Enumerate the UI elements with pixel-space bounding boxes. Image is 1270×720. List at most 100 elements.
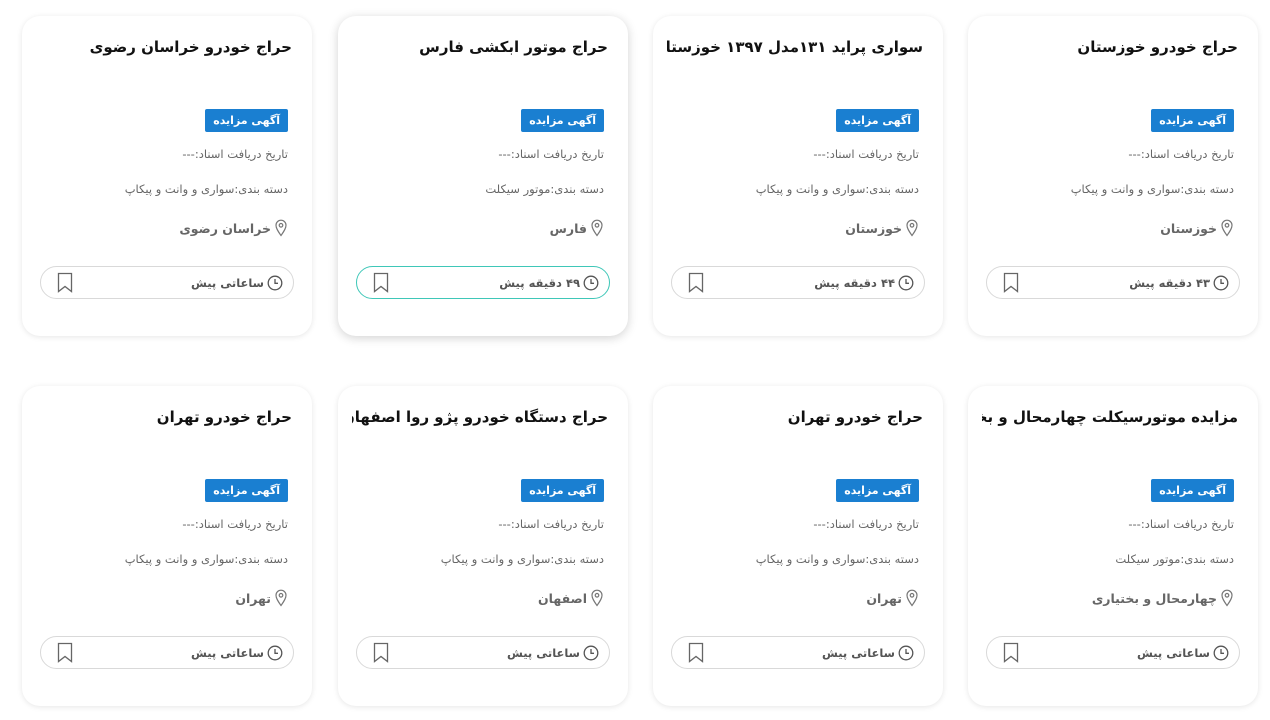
card-footer: ساعاتی پیش [671, 636, 925, 669]
clock-icon [1213, 645, 1229, 660]
post-time-label: ساعاتی پیش [821, 645, 895, 660]
clock-icon [267, 645, 283, 660]
auction-card[interactable]: حراج خودرو تهران آگهی مزایده تاریخ دریاف… [653, 386, 943, 706]
bookmark-button[interactable] [686, 272, 704, 294]
location-label: فارس [549, 220, 587, 236]
map-pin-icon [591, 219, 603, 237]
location: تهران [866, 589, 919, 607]
category-text: دسته بندی:سواری و وانت و پیکاپ [124, 182, 288, 196]
clock-icon [583, 275, 599, 290]
post-time-label: ۴۴ دقیقه پیش [814, 275, 895, 290]
auction-card[interactable]: حراج خودرو خوزستان آگهی مزایده تاریخ دری… [968, 16, 1258, 336]
bookmark-button[interactable] [1001, 642, 1019, 664]
auction-card[interactable]: مزایده موتورسیکلت چهارمحال و بختیاری آگه… [968, 386, 1258, 706]
bookmark-button[interactable] [55, 642, 73, 664]
location-label: تهران [235, 590, 271, 606]
post-time: ساعاتی پیش [507, 645, 599, 661]
auction-card[interactable]: سواری پراید ۱۳۱مدل ۱۳۹۷ خوزستان آگهی مزا… [653, 16, 943, 336]
bookmark-button[interactable] [1001, 272, 1019, 294]
document-date: تاریخ دریافت اسناد:--- [182, 147, 288, 161]
post-time: ۴۳ دقیقه پیش [1129, 275, 1229, 291]
map-pin-icon [591, 589, 603, 607]
map-pin-icon [275, 219, 287, 237]
bookmark-button[interactable] [686, 642, 704, 664]
map-pin-icon [1221, 219, 1233, 237]
location-label: چهارمحال و بختیاری [1091, 590, 1217, 606]
post-time-label: ساعاتی پیش [190, 275, 264, 290]
card-footer: ساعاتی پیش [40, 636, 294, 669]
auction-badge: آگهی مزایده [521, 479, 604, 502]
post-time-label: ۴۹ دقیقه پیش [499, 275, 580, 290]
document-date: تاریخ دریافت اسناد:--- [813, 517, 919, 531]
card-footer: ۴۹ دقیقه پیش [356, 266, 610, 299]
document-date: تاریخ دریافت اسناد:--- [498, 517, 604, 531]
location-label: خراسان رضوی [179, 220, 271, 236]
bookmark-icon [688, 272, 704, 293]
clock-icon [898, 275, 914, 290]
post-time: ساعاتی پیش [191, 645, 283, 661]
auction-card[interactable]: حراج موتور ابکشی فارس آگهی مزایده تاریخ … [338, 16, 628, 336]
post-time: ساعاتی پیش [1137, 645, 1229, 661]
category-text: دسته بندی:موتور سیکلت [1115, 552, 1234, 566]
auction-card[interactable]: حراج خودرو خراسان رضوی آگهی مزایده تاریخ… [22, 16, 312, 336]
document-date: تاریخ دریافت اسناد:--- [1128, 517, 1234, 531]
auction-badge: آگهی مزایده [1151, 109, 1234, 132]
location: فارس [550, 219, 604, 237]
map-pin-icon [275, 589, 287, 607]
bookmark-icon [688, 642, 704, 663]
bookmark-icon [373, 642, 389, 663]
bookmark-icon [57, 642, 73, 663]
clock-icon [1213, 275, 1229, 290]
clock-icon [583, 645, 599, 660]
card-title[interactable]: حراج خودرو خوزستان [982, 36, 1238, 58]
card-title[interactable]: مزایده موتورسیکلت چهارمحال و بختیاری [982, 406, 1238, 428]
category-text: دسته بندی:موتور سیکلت [485, 182, 604, 196]
category-text: دسته بندی:سواری و وانت و پیکاپ [124, 552, 288, 566]
auction-badge: آگهی مزایده [521, 109, 604, 132]
bookmark-button[interactable] [371, 642, 389, 664]
location: خراسان رضوی [179, 219, 288, 237]
map-pin-icon [906, 219, 918, 237]
location: خوزستان [845, 219, 919, 237]
post-time-label: ساعاتی پیش [190, 645, 264, 660]
auction-card[interactable]: حراج دستگاه خودرو پژو روا اصفهان آگهی مز… [338, 386, 628, 706]
bookmark-button[interactable] [371, 272, 389, 294]
clock-icon [267, 275, 283, 290]
category-text: دسته بندی:سواری و وانت و پیکاپ [755, 182, 919, 196]
card-title[interactable]: حراج خودرو تهران [36, 406, 292, 428]
document-date: تاریخ دریافت اسناد:--- [1128, 147, 1234, 161]
category-text: دسته بندی:سواری و وانت و پیکاپ [440, 552, 604, 566]
location: تهران [235, 589, 288, 607]
location-label: تهران [866, 590, 902, 606]
clock-icon [898, 645, 914, 660]
bookmark-icon [57, 272, 73, 293]
post-time: ۴۹ دقیقه پیش [499, 275, 599, 291]
auction-badge: آگهی مزایده [836, 479, 919, 502]
card-footer: ساعاتی پیش [356, 636, 610, 669]
category-text: دسته بندی:سواری و وانت و پیکاپ [755, 552, 919, 566]
card-title[interactable]: حراج دستگاه خودرو پژو روا اصفهان [352, 406, 608, 428]
card-title[interactable]: حراج خودرو تهران [667, 406, 923, 428]
card-title[interactable]: حراج موتور ابکشی فارس [352, 36, 608, 58]
bookmark-icon [1003, 272, 1019, 293]
post-time-label: ساعاتی پیش [1136, 645, 1210, 660]
card-title[interactable]: سواری پراید ۱۳۱مدل ۱۳۹۷ خوزستان [667, 36, 923, 58]
card-footer: ۴۴ دقیقه پیش [671, 266, 925, 299]
card-title[interactable]: حراج خودرو خراسان رضوی [36, 36, 292, 58]
auction-card[interactable]: حراج خودرو تهران آگهی مزایده تاریخ دریاف… [22, 386, 312, 706]
post-time: ساعاتی پیش [822, 645, 914, 661]
bookmark-icon [373, 272, 389, 293]
document-date: تاریخ دریافت اسناد:--- [182, 517, 288, 531]
card-footer: ساعاتی پیش [40, 266, 294, 299]
auction-card-grid: حراج خودرو خوزستان آگهی مزایده تاریخ دری… [0, 0, 1270, 720]
document-date: تاریخ دریافت اسناد:--- [498, 147, 604, 161]
post-time: ساعاتی پیش [191, 275, 283, 291]
auction-badge: آگهی مزایده [836, 109, 919, 132]
document-date: تاریخ دریافت اسناد:--- [813, 147, 919, 161]
card-footer: ۴۳ دقیقه پیش [986, 266, 1240, 299]
bookmark-icon [1003, 642, 1019, 663]
auction-badge: آگهی مزایده [205, 479, 288, 502]
category-text: دسته بندی:سواری و وانت و پیکاپ [1070, 182, 1234, 196]
bookmark-button[interactable] [55, 272, 73, 294]
location-label: خوزستان [1160, 220, 1217, 236]
